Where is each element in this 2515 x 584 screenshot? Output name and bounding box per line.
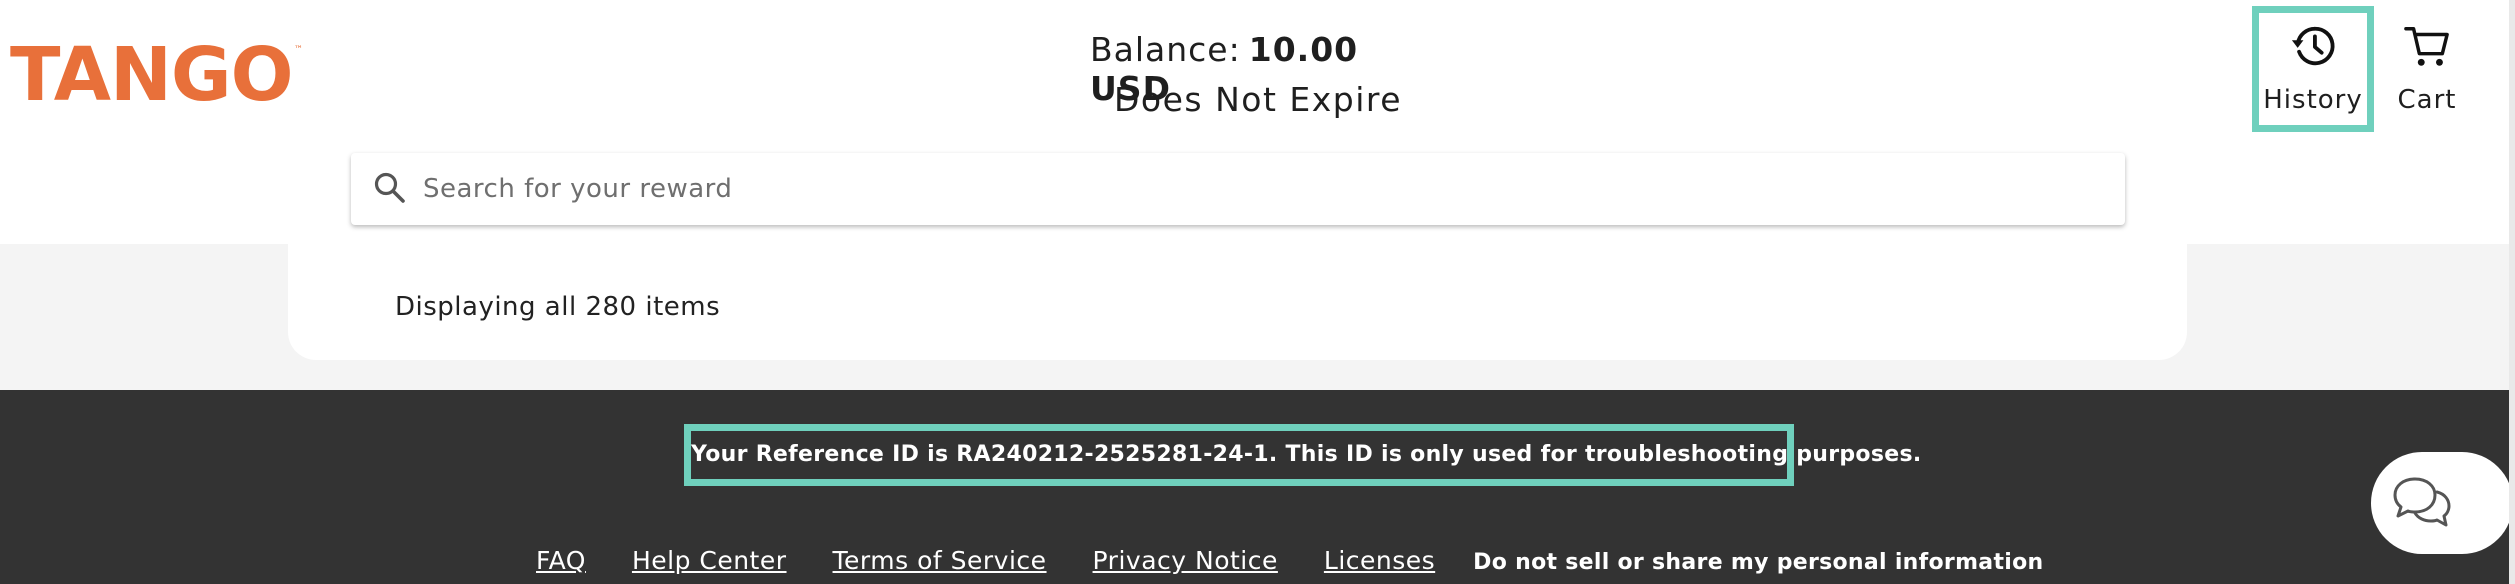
balance-expiry: Does Not Expire — [1114, 80, 1403, 119]
chat-icon — [2393, 477, 2451, 527]
chat-button[interactable] — [2371, 452, 2513, 554]
logo-wordmark: TANGO — [10, 34, 293, 114]
history-icon — [2291, 26, 2335, 66]
reference-id-notice: Your Reference ID is RA240212-2525281-24… — [684, 424, 1921, 486]
results-panel: Displaying all 280 items — [288, 240, 2187, 360]
terms-of-service-link[interactable]: Terms of Service — [833, 546, 1047, 575]
site-header: TANGO ™ Balance: 10.00 USD Does Not Expir… — [0, 0, 2515, 244]
licenses-link[interactable]: Licenses — [1324, 546, 1435, 575]
history-button[interactable]: History — [2252, 6, 2374, 132]
tango-logo-graphic: TANGO ™ — [10, 32, 303, 118]
logo-trademark: ™ — [294, 45, 303, 55]
search-icon — [374, 172, 405, 203]
privacy-notice-link[interactable]: Privacy Notice — [1093, 546, 1278, 575]
cart-button[interactable]: Cart — [2366, 6, 2488, 132]
cart-icon — [2404, 27, 2449, 66]
search-bar[interactable] — [351, 153, 2125, 225]
results-count: Displaying all 280 items — [395, 292, 721, 322]
do-not-sell-link[interactable]: Do not sell or share my personal informa… — [1473, 550, 2043, 575]
balance-label: Balance: — [1090, 30, 1241, 69]
footer-links: FAQ Help Center Terms of Service Privacy No… — [536, 546, 2043, 582]
faq-link[interactable]: FAQ — [536, 546, 586, 575]
history-label: History — [2263, 85, 2363, 115]
cart-label: Cart — [2397, 85, 2457, 115]
page-scrollbar[interactable] — [2509, 0, 2515, 584]
help-center-link[interactable]: Help Center — [632, 546, 787, 575]
search-input[interactable] — [411, 153, 2091, 225]
tango-logo[interactable]: TANGO ™ — [10, 32, 310, 118]
site-footer: Your Reference ID is RA240212-2525281-24… — [0, 390, 2515, 584]
